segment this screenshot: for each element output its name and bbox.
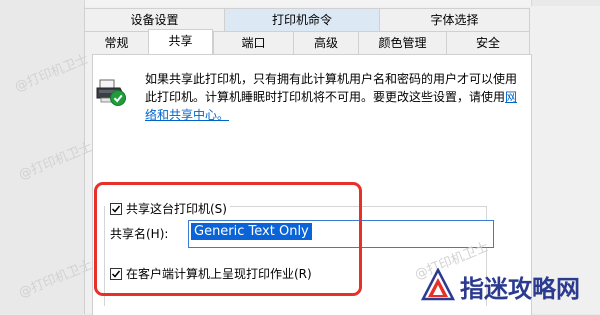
sharing-info-text: 如果共享此打印机，只有拥有此计算机用户名和密码的用户才可以使用此打印机。计算机睡…: [145, 70, 525, 124]
tab-sharing[interactable]: 共享: [148, 29, 213, 54]
tab-ports[interactable]: 端口: [213, 31, 293, 55]
tab-security[interactable]: 安全: [446, 31, 530, 55]
sharing-info-body: 如果共享此打印机，只有拥有此计算机用户名和密码的用户才可以使用此打印机。计算机睡…: [145, 72, 518, 104]
shared-printer-icon: [96, 78, 128, 108]
tab-printer-commands[interactable]: 打印机命令: [224, 8, 379, 32]
logo-text: 指迷攻略网: [460, 273, 580, 303]
tab-general[interactable]: 常规: [84, 31, 148, 55]
watermark-1: @打印机卫士: [12, 51, 91, 95]
tab-font-selection[interactable]: 字体选择: [379, 8, 530, 32]
highlight-box: [94, 182, 362, 296]
watermark-3: @打印机卫士: [16, 257, 95, 301]
site-logo: 指迷攻略网: [420, 268, 580, 304]
logo-mark-icon: [420, 268, 456, 301]
watermark-2: @打印机卫士: [16, 139, 95, 183]
tab-advanced[interactable]: 高级: [293, 31, 358, 55]
tab-color-management[interactable]: 颜色管理: [358, 31, 446, 55]
